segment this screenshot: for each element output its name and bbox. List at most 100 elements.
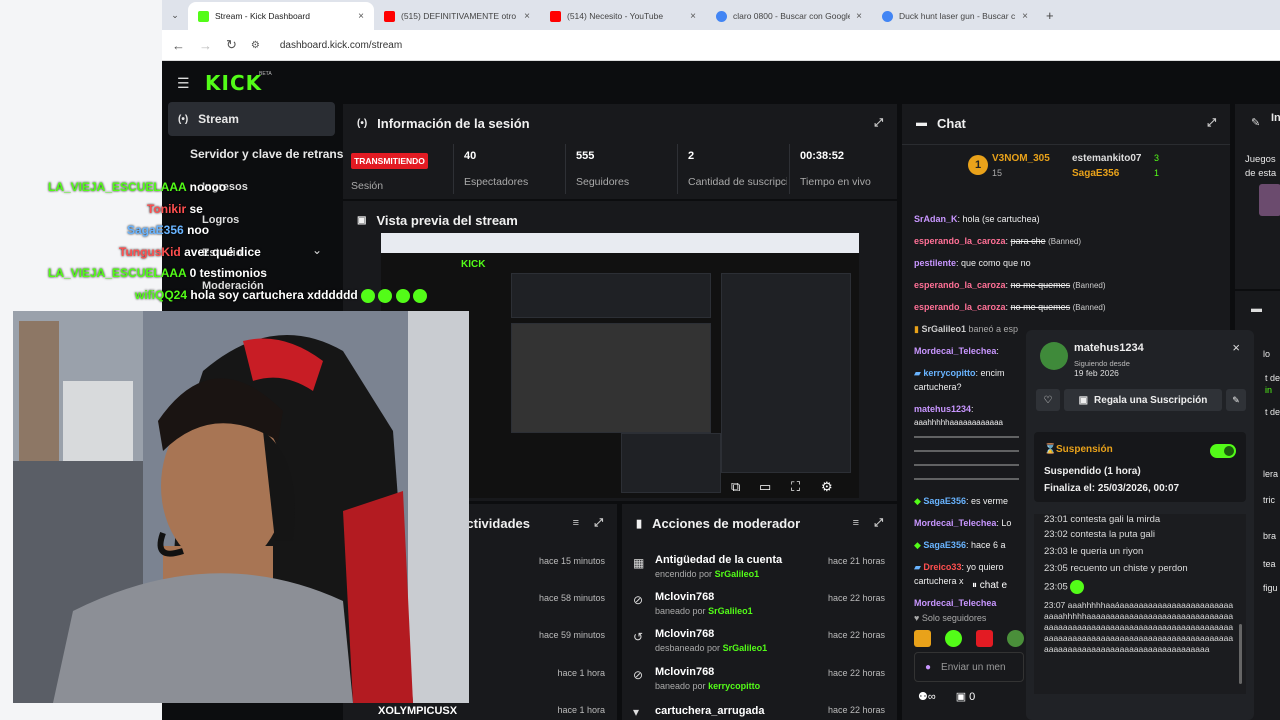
reload-icon[interactable]: ↻: [226, 37, 237, 53]
close-tab-icon[interactable]: ×: [524, 11, 530, 22]
forward-arrow-icon[interactable]: →: [199, 38, 212, 53]
banned-tag: (Banned): [1072, 281, 1106, 290]
close-tab-icon[interactable]: ×: [358, 11, 364, 22]
chat-username[interactable]: Mordecai_Telechea: [914, 346, 996, 356]
avatar[interactable]: [1040, 342, 1068, 370]
kick-badge-icon: ◆: [914, 540, 924, 550]
chat-username[interactable]: esperando_la_caroza: [914, 236, 1006, 246]
top-user-name[interactable]: SagaE356: [1072, 168, 1119, 179]
site-info-icon[interactable]: ⚙: [251, 40, 260, 51]
sidebar-item-stream[interactable]: (•) Stream: [168, 102, 335, 136]
mod-action-by[interactable]: SrGalileo1: [723, 643, 768, 653]
chat-message: Mordecai_Telechea: [914, 598, 996, 608]
chat-username[interactable]: SrGalileo1: [921, 324, 966, 334]
popout-icon[interactable]: ⤢: [594, 517, 603, 530]
rank-badge: 1: [968, 155, 988, 175]
info-panel: ✎ In Juegos de esta: [1235, 104, 1280, 289]
tab-google-1[interactable]: claro 0800 - Buscar con Google ×: [706, 2, 872, 30]
close-tab-icon[interactable]: ×: [1022, 11, 1028, 22]
mod-action-by[interactable]: SrGalileo1: [715, 569, 760, 579]
mod-badge-icon: ▰: [914, 368, 924, 378]
chat-username[interactable]: Dreico33: [923, 562, 961, 572]
top-user-name[interactable]: estemankito07: [1072, 153, 1141, 164]
log-entry: 23:05: [1044, 580, 1085, 594]
address-field[interactable]: dashboard.kick.com/stream: [280, 40, 402, 51]
close-tab-icon[interactable]: ×: [690, 11, 696, 22]
mod-action-row[interactable]: ↺ Mclovin768 desbaneado por SrGalileo1 h…: [622, 622, 897, 659]
chat-username[interactable]: Mordecai_Telechea: [914, 598, 996, 608]
filter-icon[interactable]: ≡: [853, 517, 859, 529]
log-text: recuento un chiste y perdon: [1070, 563, 1188, 574]
chat-username[interactable]: esperando_la_caroza: [914, 302, 1006, 312]
chat-username[interactable]: SagaE356: [923, 496, 966, 506]
shield-icon: ▮: [636, 517, 643, 530]
popout-icon[interactable]: ⤢: [1207, 117, 1216, 130]
chat-text: no me quemes: [1010, 280, 1071, 290]
close-icon[interactable]: ×: [1232, 340, 1240, 355]
following-since-label: Siguiendo desde: [1074, 359, 1130, 368]
chat-message: esperando_la_caroza: no me quemes (Banne…: [914, 280, 1106, 290]
kick-badge-icon: ◆: [914, 496, 924, 506]
emote-icon[interactable]: [945, 630, 962, 647]
user-card-name[interactable]: matehus1234: [1074, 342, 1144, 354]
emote-icon: [378, 288, 393, 303]
overlay-chat-text: se: [189, 202, 203, 216]
back-arrow-icon[interactable]: ←: [172, 38, 185, 53]
tab-menu-icon[interactable]: ⌄: [162, 10, 188, 21]
emote-picker-icon[interactable]: ●: [925, 662, 931, 673]
mod-action-by[interactable]: SrGalileo1: [708, 606, 753, 616]
chat-username[interactable]: matehus1234: [914, 404, 971, 414]
settings-icon[interactable]: ⚙: [821, 479, 833, 495]
log-time: 23:01: [1044, 514, 1068, 525]
tab-youtube-2[interactable]: (514) Necesito - YouTube ×: [540, 2, 706, 30]
game-thumbnail[interactable]: [1259, 184, 1280, 216]
menu-icon[interactable]: ☰: [177, 75, 190, 92]
chat-username[interactable]: Mordecai_Telechea: [914, 518, 996, 528]
log-time: 23:07: [1044, 600, 1066, 610]
mod-action-row[interactable]: ▦ Antigüedad de la cuenta encendido por …: [622, 548, 897, 585]
chat-username[interactable]: esperando_la_caroza: [914, 280, 1006, 290]
mod-action-by[interactable]: kerrycopitto: [708, 681, 760, 691]
mod-action-row[interactable]: ⊘ Mclovin768 baneado por kerrycopitto ha…: [622, 660, 897, 697]
chat-username[interactable]: SrAdan_K: [914, 214, 958, 224]
users-icon[interactable]: ⚉∞: [918, 690, 936, 703]
emote-icon[interactable]: [976, 630, 993, 647]
tab-kick-dashboard[interactable]: Stream - Kick Dashboard ×: [188, 2, 374, 30]
chat-username[interactable]: kerrycopitto: [923, 368, 975, 378]
preview-icon: ▣: [357, 214, 367, 226]
sidebar-item-server-key[interactable]: Servidor y clave de retransm: [190, 147, 354, 161]
chat-system-message: ▮ SrGalileo1 baneó a esp: [914, 324, 1018, 335]
webcam-image: [13, 311, 469, 703]
close-tab-icon[interactable]: ×: [856, 11, 862, 22]
emote-icon: [395, 288, 410, 303]
fullscreen-icon[interactable]: ⛶: [791, 479, 800, 495]
suspension-toggle[interactable]: [1210, 444, 1236, 458]
pip-icon[interactable]: ⧉: [731, 479, 740, 495]
theater-icon[interactable]: ▭: [759, 479, 771, 495]
gift-sub-button[interactable]: ▣ Regala una Suscripción: [1064, 389, 1222, 411]
follow-heart-button[interactable]: ♡: [1036, 389, 1060, 411]
mod-action-row[interactable]: ▾ cartuchera_arrugada hace 22 horas: [622, 697, 897, 720]
mod-action-row[interactable]: ⊘ Mclovin768 baneado por SrGalileo1 hace…: [622, 585, 897, 622]
edit-icon[interactable]: ✎: [1226, 389, 1246, 411]
chat-username[interactable]: SagaE356: [923, 540, 966, 550]
popout-icon[interactable]: ⤢: [874, 517, 883, 530]
kick-logo[interactable]: KICK: [205, 71, 262, 95]
emote-icon[interactable]: [1007, 630, 1024, 647]
viewers-count[interactable]: ▣ 0: [956, 690, 976, 703]
chat-username[interactable]: pestilente: [914, 258, 956, 268]
chevron-down-icon[interactable]: ⌄: [312, 243, 322, 257]
tab-google-2[interactable]: Duck hunt laser gun - Buscar c ×: [872, 2, 1038, 30]
chat-input[interactable]: ● Enviar un men: [914, 652, 1024, 682]
chat-text: aaahhhhhaaaaaaaaaaaa: [914, 418, 1003, 427]
log-scrollbar[interactable]: [1239, 624, 1242, 684]
popout-icon[interactable]: ⤢: [874, 117, 883, 130]
chat-paused-button[interactable]: ⏸ chat e: [972, 580, 1007, 598]
new-tab-button[interactable]: +: [1046, 8, 1054, 23]
filter-icon[interactable]: ≡: [573, 517, 579, 529]
emote-icon[interactable]: [914, 630, 931, 647]
top-user-name[interactable]: V3NOM_305: [992, 153, 1050, 164]
mod-actions-header: ▮ Acciones de moderador ≡ ⤢: [636, 515, 883, 531]
gift-sub-label: Regala una Suscripción: [1094, 394, 1208, 406]
tab-youtube-1[interactable]: (515) DEFINITIVAMENTE otro H ×: [374, 2, 540, 30]
